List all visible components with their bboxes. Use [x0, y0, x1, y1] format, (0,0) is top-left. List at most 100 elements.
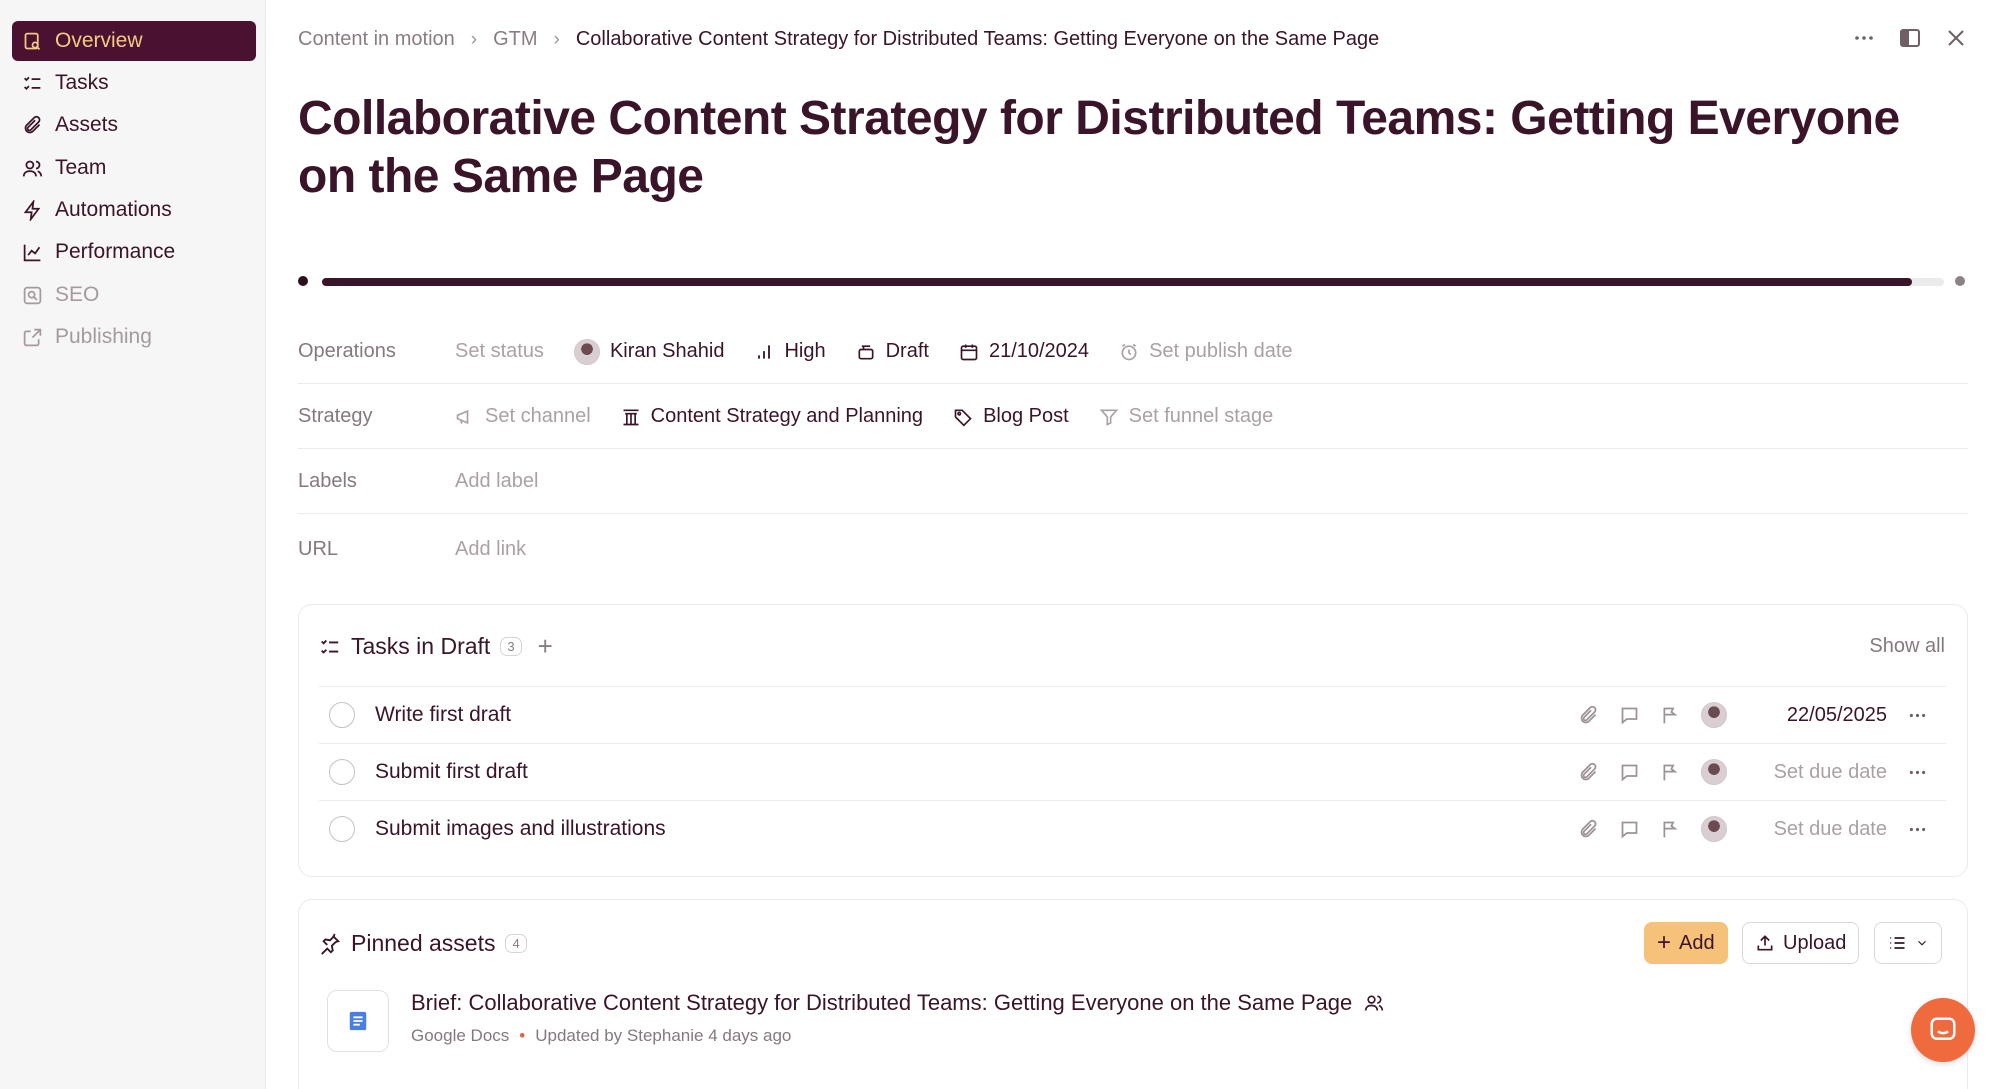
alarm-clock-icon	[1121, 343, 1137, 360]
task-title[interactable]: Submit first draft	[375, 760, 1578, 784]
avatar[interactable]	[1701, 759, 1727, 785]
tasks-card: Tasks in Draft 3 + Show all Write first …	[298, 604, 1968, 877]
paperclip-icon[interactable]	[1578, 762, 1599, 783]
add-asset-button[interactable]: + Add	[1644, 922, 1728, 964]
sidebar-item-label: Performance	[55, 240, 176, 263]
chevron-right-icon: ›	[553, 28, 560, 50]
chevron-right-icon: ›	[470, 28, 478, 50]
sidebar-item-label: Tasks	[55, 71, 109, 94]
flag-icon[interactable]	[1660, 819, 1681, 840]
assignee-field[interactable]: Kiran Shahid	[573, 338, 724, 365]
view-options-button[interactable]	[1874, 922, 1942, 964]
task-title[interactable]: Submit images and illustrations	[375, 817, 1578, 841]
funnel-field[interactable]: Set funnel stage	[1099, 405, 1273, 428]
progress-bar[interactable]	[322, 278, 1944, 286]
stage-value: Draft	[885, 340, 929, 362]
chat-support-button[interactable]	[1911, 998, 1975, 1062]
add-link-field[interactable]: Add link	[455, 538, 526, 561]
publish-icon	[23, 328, 42, 346]
pin-icon	[321, 933, 340, 955]
stage-field[interactable]: Draft	[856, 340, 929, 363]
sidebar-item-automations[interactable]: Automations	[12, 190, 256, 230]
asset-title[interactable]: Brief: Collaborative Content Strategy fo…	[411, 990, 1352, 1016]
priority-field[interactable]: High	[754, 340, 826, 363]
task-due-date[interactable]: 22/05/2025	[1747, 704, 1887, 727]
sidebar-item-seo[interactable]: SEO	[12, 275, 256, 315]
asset-updated: Updated by Stephanie 4 days ago	[535, 1026, 792, 1045]
content-type-field[interactable]: Blog Post	[953, 405, 1069, 428]
tasks-icon	[24, 76, 41, 90]
channel-value: Set channel	[485, 405, 591, 427]
team-icon	[22, 160, 43, 176]
sidebar-item-tasks[interactable]: Tasks	[12, 63, 256, 103]
add-task-button[interactable]: +	[538, 631, 553, 662]
funnel-icon	[1099, 409, 1119, 426]
breadcrumb: Content in motion › GTM › Collaborative …	[298, 28, 1379, 51]
url-label: URL	[298, 537, 339, 560]
sidebar-item-team[interactable]: Team	[12, 148, 256, 188]
avatar[interactable]	[1701, 702, 1727, 728]
date-value: 21/10/2024	[988, 340, 1090, 362]
task-due-date[interactable]: Set due date	[1747, 818, 1887, 841]
comment-icon[interactable]	[1619, 819, 1640, 840]
date-field[interactable]: 21/10/2024	[959, 340, 1089, 363]
close-icon[interactable]	[1944, 26, 1968, 50]
status-field[interactable]: Set status	[455, 340, 544, 363]
pinned-count-badge: 4	[505, 934, 527, 953]
avatar[interactable]	[1701, 816, 1727, 842]
pinned-assets-card: Pinned assets 4 + Add Upload Brief: Coll…	[298, 899, 1968, 1089]
pillar-field[interactable]: Content Strategy and Planning	[621, 405, 923, 428]
more-icon[interactable]	[1907, 819, 1928, 840]
sidebar-item-label: Assets	[55, 113, 119, 136]
more-icon[interactable]	[1907, 762, 1928, 783]
channel-field[interactable]: Set channel	[455, 405, 591, 428]
add-label-field[interactable]: Add label	[455, 470, 538, 493]
priority-bars-icon	[758, 344, 771, 359]
more-icon[interactable]	[1852, 26, 1876, 50]
sidebar-toggle-icon[interactable]	[1898, 26, 1922, 50]
paperclip-icon[interactable]	[1578, 819, 1599, 840]
task-row[interactable]: Submit first draft Set due date	[319, 743, 1946, 800]
pinned-card-header: Pinned assets 4	[319, 930, 527, 957]
labels-label: Labels	[298, 470, 357, 492]
task-checkbox[interactable]	[329, 816, 355, 842]
breadcrumb-item[interactable]: GTM	[493, 28, 537, 51]
chevron-down-icon	[1918, 940, 1926, 946]
comment-icon[interactable]	[1619, 762, 1640, 783]
breadcrumb-item[interactable]: Content in motion	[298, 28, 455, 51]
more-icon[interactable]	[1907, 705, 1928, 726]
task-due-date[interactable]: Set due date	[1747, 761, 1887, 784]
sidebar-item-publishing[interactable]: Publishing	[12, 317, 256, 357]
sidebar: Overview Tasks Assets Team Automations P…	[0, 0, 266, 1089]
task-row[interactable]: Write first draft 22/05/2025	[319, 686, 1946, 743]
flag-icon[interactable]	[1660, 762, 1681, 783]
publish-date-field[interactable]: Set publish date	[1119, 340, 1293, 363]
paperclip-icon	[24, 115, 41, 133]
overview-icon	[24, 32, 41, 50]
asset-source: Google Docs	[411, 1026, 510, 1045]
task-checkbox[interactable]	[329, 702, 355, 728]
main-content: Content in motion › GTM › Collaborative …	[298, 0, 1968, 1089]
priority-value: High	[784, 340, 826, 362]
sidebar-item-performance[interactable]: Performance	[12, 232, 256, 272]
window-actions	[1852, 26, 1968, 50]
task-checkbox[interactable]	[329, 759, 355, 785]
stage-icon	[858, 344, 874, 359]
flag-icon[interactable]	[1660, 705, 1681, 726]
sidebar-item-assets[interactable]: Assets	[12, 105, 256, 145]
sidebar-item-label: SEO	[55, 283, 100, 306]
upload-button[interactable]: Upload	[1742, 922, 1860, 964]
tasks-card-title: Tasks in Draft	[351, 633, 491, 659]
asset-item[interactable]: Brief: Collaborative Content Strategy fo…	[327, 990, 1384, 1052]
operations-row: Operations Set status Kiran Shahid High …	[298, 320, 1968, 384]
bolt-icon	[23, 199, 41, 221]
url-row: URL Add link	[298, 517, 1968, 581]
paperclip-icon[interactable]	[1578, 705, 1599, 726]
sidebar-item-label: Publishing	[55, 325, 152, 348]
task-row[interactable]: Submit images and illustrations Set due …	[319, 800, 1946, 857]
comment-icon[interactable]	[1619, 705, 1640, 726]
breadcrumb-current: Collaborative Content Strategy for Distr…	[575, 28, 1380, 50]
task-title[interactable]: Write first draft	[375, 703, 1578, 727]
sidebar-item-overview[interactable]: Overview	[12, 21, 256, 61]
show-all-link[interactable]: Show all	[1869, 635, 1945, 658]
